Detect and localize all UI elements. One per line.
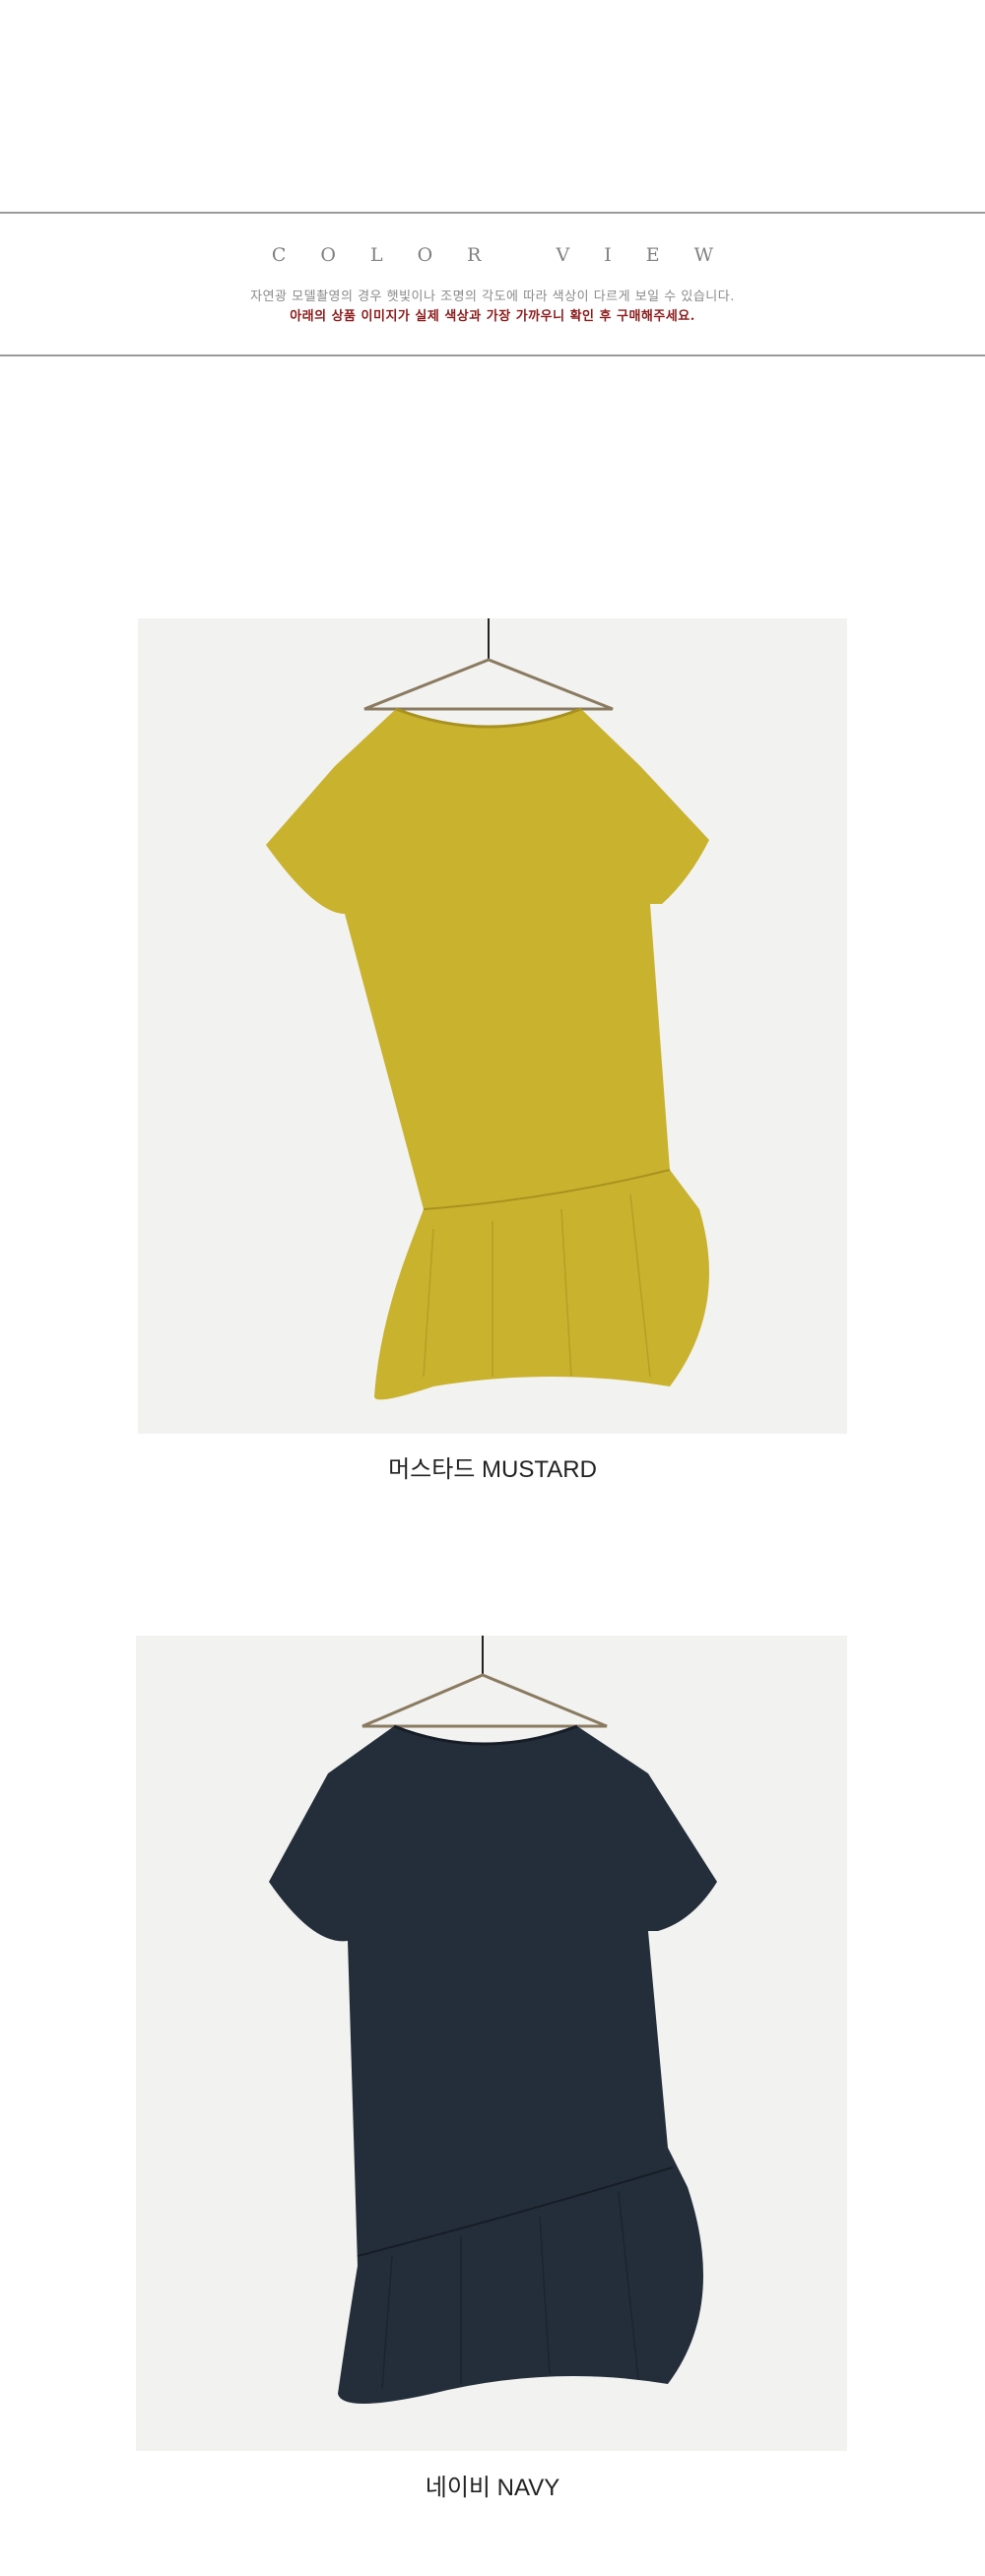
section-title: COLOR VIEW xyxy=(271,244,749,266)
navy-dress-illustration xyxy=(269,1636,717,2404)
hanger xyxy=(363,658,614,711)
bottom-divider xyxy=(0,354,985,356)
mustard-dress-illustration xyxy=(266,618,709,1400)
navy-dress-photo xyxy=(136,1636,847,2451)
color-accuracy-notice: 아래의 상품 이미지가 실제 색상과 가장 가까우니 확인 후 구매해주세요. xyxy=(290,309,695,324)
hanger xyxy=(361,1673,608,1728)
product-caption-navy: 네이비 NAVY xyxy=(425,2475,560,2501)
lighting-notice: 자연광 모델촬영의 경우 햇빛이나 조명의 각도에 따라 색상이 다르게 보일 … xyxy=(250,290,735,304)
top-divider xyxy=(0,212,985,214)
dress-body xyxy=(269,1726,717,2404)
dress-body xyxy=(266,709,709,1400)
mustard-dress-photo xyxy=(138,618,847,1434)
product-caption-mustard: 머스타드 MUSTARD xyxy=(388,1456,597,1483)
